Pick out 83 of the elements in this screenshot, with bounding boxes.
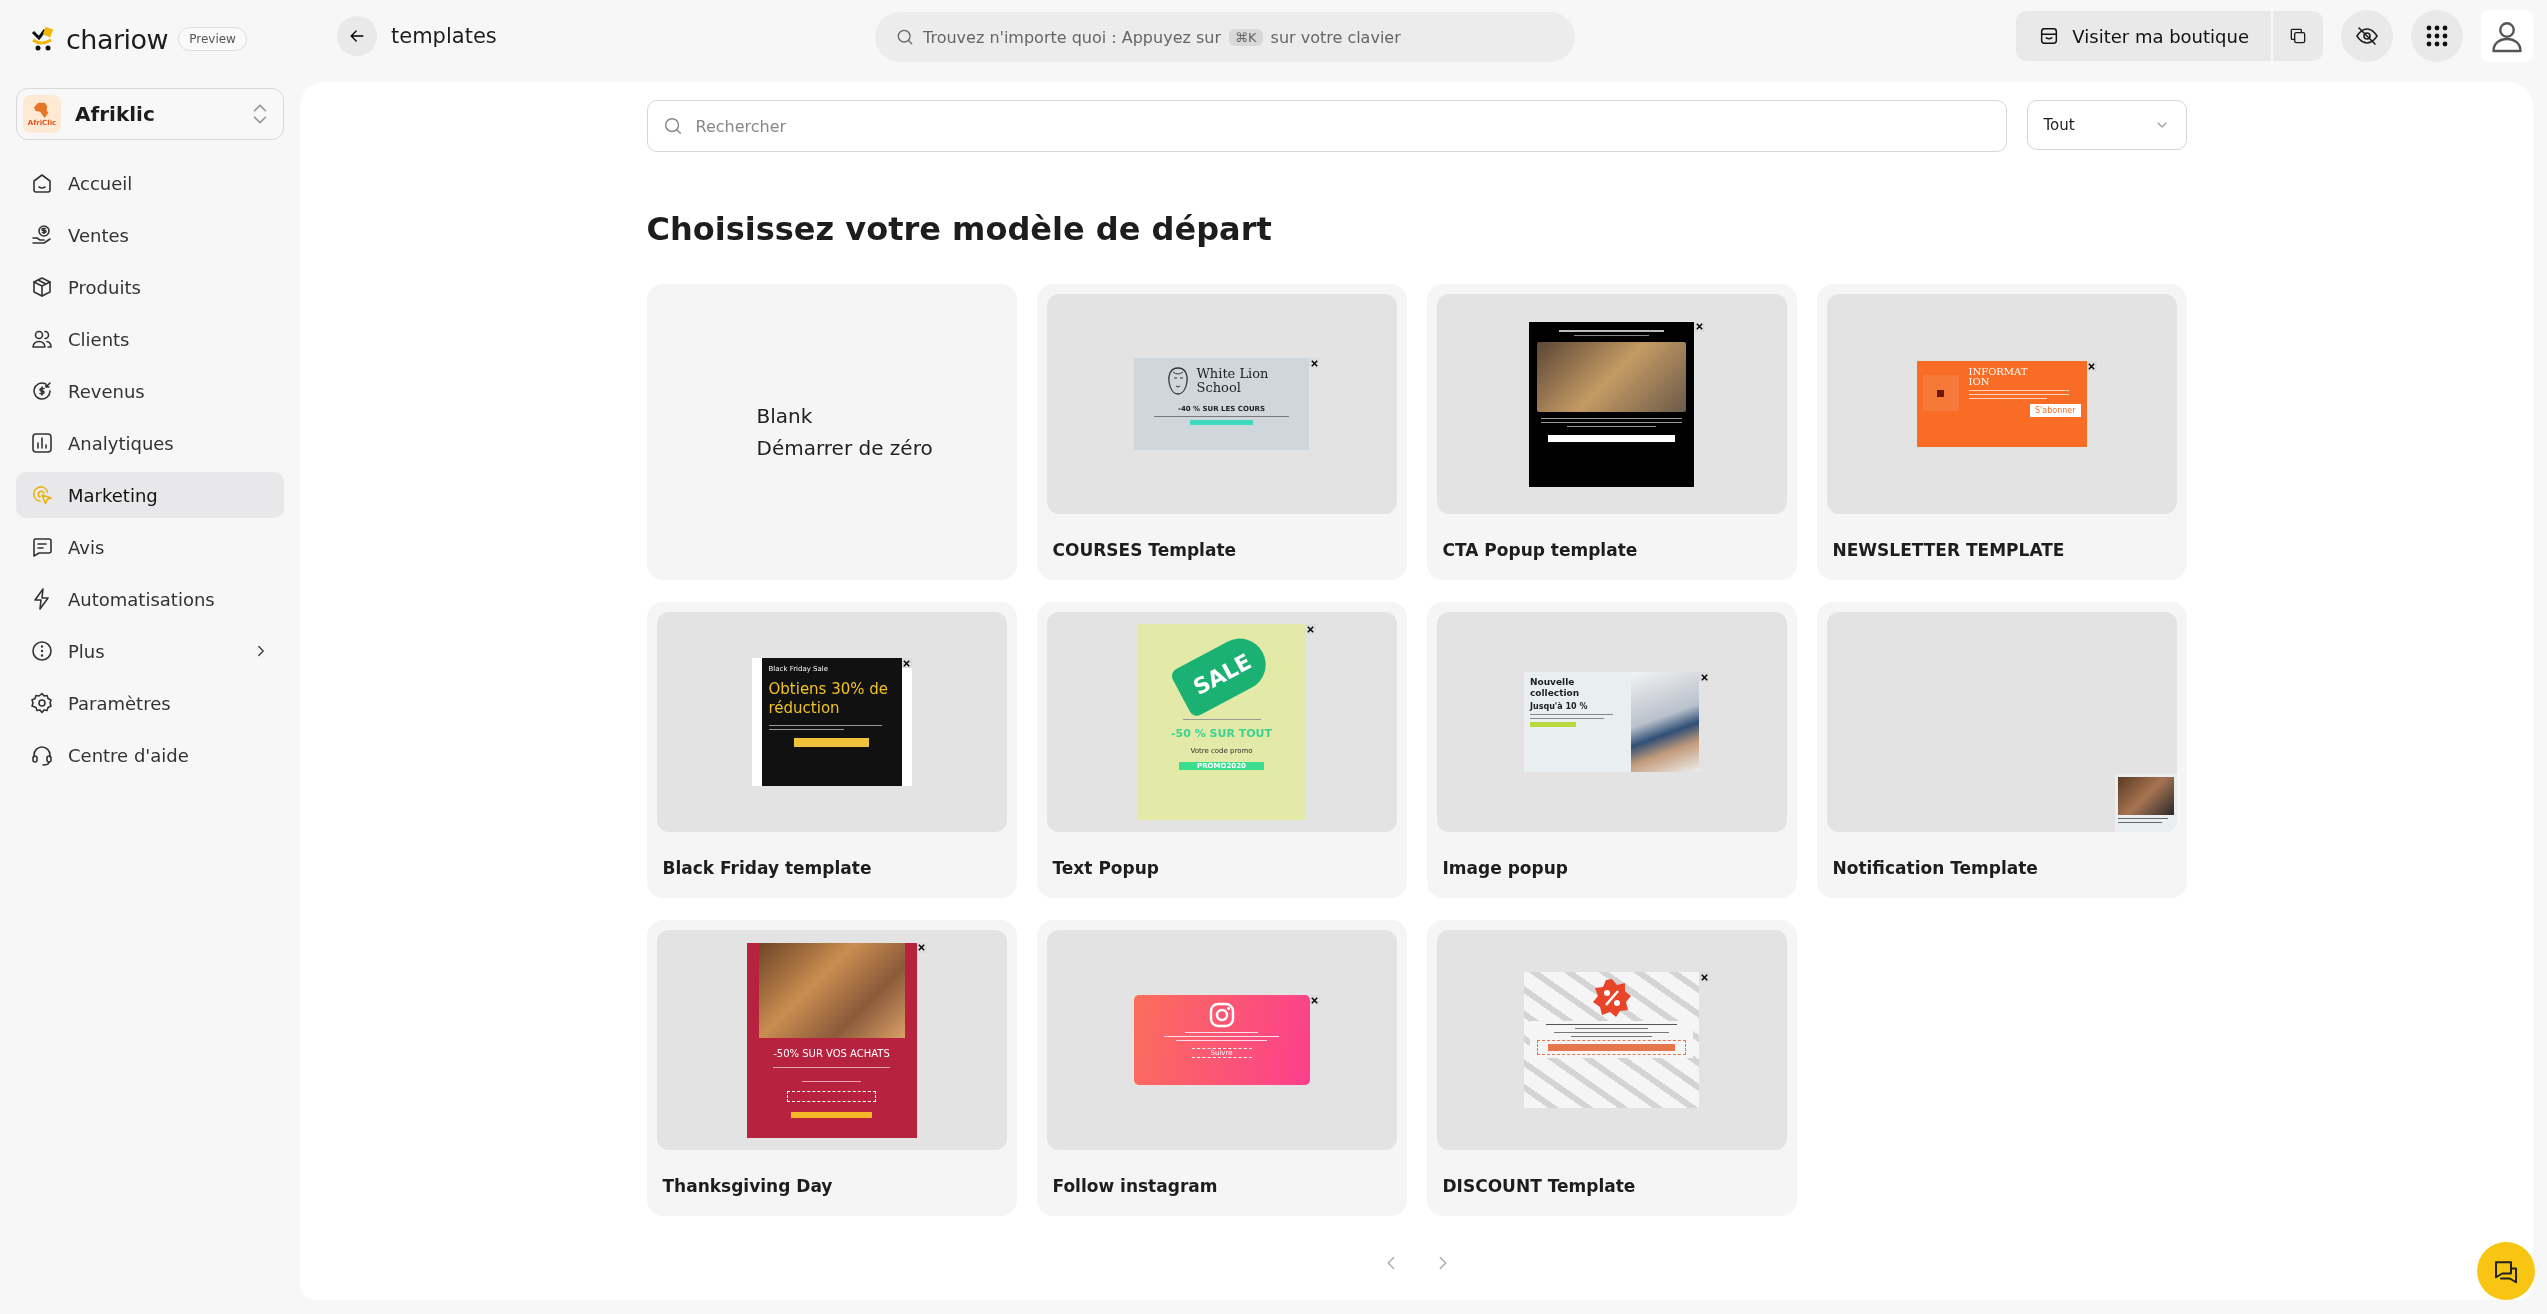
shortcut-key: ⌘K (1229, 28, 1263, 46)
category-dropdown[interactable]: Tout (2026, 100, 2187, 150)
placeholder-bar (1530, 722, 1576, 727)
bar-chart-icon (30, 431, 54, 455)
box-icon (30, 275, 54, 299)
close-icon (901, 658, 912, 668)
section-heading: Choisissez votre modèle de départ (646, 210, 1273, 248)
template-title: Blank (756, 404, 814, 428)
sidebar-item[interactable]: Centre d'aide (16, 732, 284, 778)
offer-headline: Obtiens 30% de réduction (768, 680, 890, 718)
template-card[interactable]: DISCOUNT Template (1426, 920, 1797, 1216)
sidebar-item[interactable]: Ventes (16, 212, 284, 258)
search-icon (895, 27, 915, 47)
template-name: Thanksgiving Day (662, 1176, 834, 1196)
close-icon (1694, 321, 1704, 332)
search-hint: Trouvez n'importe quoi : Appuyez sur (923, 27, 1221, 47)
sidebar-item[interactable]: Revenus (16, 368, 284, 414)
sidebar-item[interactable]: Plus (16, 628, 284, 674)
copy-icon (2288, 26, 2308, 46)
settings-icon (30, 691, 54, 715)
close-icon (916, 942, 927, 953)
template-name: Notification Template (1832, 858, 2039, 878)
avatar-button[interactable] (2481, 10, 2533, 62)
template-card[interactable]: Notification Template (1816, 602, 2187, 898)
chat-button[interactable] (2477, 1242, 2535, 1300)
page-title: templates (391, 24, 497, 48)
hide-preview-button[interactable] (2341, 10, 2393, 62)
close-icon (1309, 358, 1319, 368)
global-search-field[interactable]: Trouvez n'importe quoi : Appuyez sur ⌘K sur votre clavier (875, 12, 1575, 62)
close-icon (2086, 361, 2097, 371)
template-card[interactable]: Blank Démarrer de zéro (646, 284, 1017, 580)
template-subtitle: Démarrer de zéro (756, 436, 934, 460)
close-icon (1699, 672, 1709, 682)
sidebar-item[interactable]: Marketing (16, 472, 284, 518)
brand-name: chariow (66, 23, 169, 55)
message-icon (30, 535, 54, 559)
discount-text: Jusqu'à 10 % (1530, 702, 1589, 711)
headset-icon (30, 743, 54, 767)
instagram-icon (1207, 1001, 1236, 1029)
template-name: Black Friday template (662, 858, 873, 878)
apps-grid-button[interactable] (2411, 10, 2463, 62)
template-card[interactable]: CTA Popup template (1426, 284, 1797, 580)
sidebar-item[interactable]: Paramètres (16, 680, 284, 726)
percent-badge-icon (1591, 978, 1632, 1018)
template-name: Follow instagram (1052, 1176, 1219, 1196)
template-card[interactable]: -50% SUR VOS ACHATS Thanksgiving Day (646, 920, 1017, 1216)
close-icon (1305, 624, 1316, 634)
search-hint: sur votre clavier (1270, 27, 1401, 47)
dollar-circle-icon (30, 379, 54, 403)
sidebar-item[interactable]: Avis (16, 524, 284, 570)
sidebar-item[interactable]: Clients (16, 316, 284, 362)
preview-badge: Preview (178, 27, 247, 51)
eye-off-icon (2355, 24, 2379, 48)
cursor-icon (30, 483, 54, 507)
sidebar-item[interactable]: Accueil (16, 160, 284, 206)
school-name: White Lion School (1196, 367, 1270, 395)
close-icon (1309, 995, 1320, 1005)
logo-icon (30, 26, 56, 52)
template-name: NEWSLETTER TEMPLATE (1832, 540, 2066, 560)
subscribe-button: S'abonner (2030, 404, 2081, 417)
sidebar-item[interactable]: Produits (16, 264, 284, 310)
template-name: COURSES Template (1052, 540, 1238, 560)
template-name: Text Popup (1052, 858, 1160, 878)
coin-hand-icon (30, 223, 54, 247)
collection-title: Nouvelle collection (1530, 677, 1581, 699)
discount-text: -50 % SUR TOUT (1171, 727, 1272, 740)
house-icon (30, 171, 54, 195)
close-icon (1699, 972, 1709, 982)
template-name: DISCOUNT Template (1442, 1176, 1637, 1196)
template-card[interactable]: INFORMATION S'abonner NEWSLETTER TEMPLATE (1816, 284, 2187, 580)
template-card[interactable]: Nouvelle collection Jusqu'à 10 % Image popup (1426, 602, 1797, 898)
sidebar-item[interactable]: Automatisations (16, 576, 284, 622)
search-field[interactable]: Rechercher (646, 100, 2007, 152)
newsletter-title: INFORMATION (1968, 367, 2029, 387)
template-name: Image popup (1442, 858, 1569, 878)
photo-placeholder (2117, 777, 2174, 815)
back-button[interactable] (337, 16, 377, 56)
template-name: CTA Popup template (1442, 540, 1639, 560)
placeholder-bar (1189, 420, 1254, 425)
dots-circle-icon (30, 639, 54, 663)
discount-text: -50% SUR VOS ACHATS (773, 1047, 890, 1059)
sidebar-item[interactable]: Analytiques (16, 420, 284, 466)
grid-icon (2426, 25, 2448, 47)
